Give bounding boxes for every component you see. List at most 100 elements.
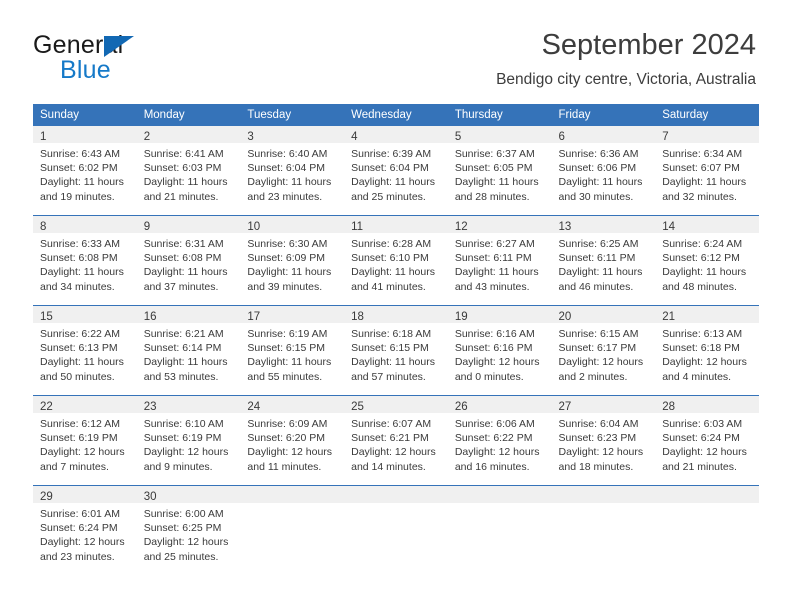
daylight-text-line2: and 48 minutes. xyxy=(662,280,737,293)
day-number: 11 xyxy=(351,221,364,233)
calendar-day-cell[interactable]: 12 Sunrise: 6:27 AM Sunset: 6:11 PM Dayligh… xyxy=(447,215,552,306)
calendar-day-cell[interactable]: 23 Sunrise: 6:10 AM Sunset: 6:19 PM Dayligh… xyxy=(136,395,241,486)
calendar-day-cell[interactable] xyxy=(240,485,345,575)
day-cell-body: Sunrise: 6:03 AM Sunset: 6:24 PM Daylight:… xyxy=(655,413,759,474)
sunrise-text: Sunrise: 6:03 AM xyxy=(662,418,743,430)
day-cell-body: Sunrise: 6:13 AM Sunset: 6:18 PM Daylight:… xyxy=(655,323,759,384)
sunset-text: Sunset: 6:19 PM xyxy=(40,432,118,445)
calendar-day-cell[interactable]: 3 Sunrise: 6:40 AM Sunset: 6:04 PM Daylight… xyxy=(240,126,345,216)
weekday-header-thursday: Thursday xyxy=(447,104,552,126)
daylight-text-line2: and 41 minutes. xyxy=(351,280,426,293)
day-cell-inner: 4 Sunrise: 6:39 AM Sunset: 6:04 PM Daylight… xyxy=(344,126,448,215)
calendar-day-cell[interactable]: 30 Sunrise: 6:00 AM Sunset: 6:25 PM Dayligh… xyxy=(136,485,241,575)
daylight-text-line1: Daylight: 12 hours xyxy=(558,356,644,369)
daylight-text-line2: and 39 minutes. xyxy=(247,280,323,293)
day-number-band: 29 xyxy=(33,486,137,503)
day-number: 29 xyxy=(40,491,53,503)
day-number-band: 2 xyxy=(136,126,241,143)
day-cell-inner: 12 Sunrise: 6:27 AM Sunset: 6:11 PM Dayligh… xyxy=(447,216,552,305)
day-number-band: 13 xyxy=(551,216,656,233)
sunset-text: Sunset: 6:08 PM xyxy=(143,252,222,265)
day-number-band: 28 xyxy=(655,396,759,413)
sunrise-text: Sunrise: 6:39 AM xyxy=(351,148,432,160)
sunrise-text: Sunrise: 6:27 AM xyxy=(454,238,535,250)
sunrise-text: Sunrise: 6:18 AM xyxy=(351,328,432,340)
sunset-text: Sunset: 6:15 PM xyxy=(351,342,429,355)
day-number-band: 10 xyxy=(240,216,345,233)
calendar-day-cell[interactable] xyxy=(344,485,448,575)
day-cell-body: Sunrise: 6:33 AM Sunset: 6:08 PM Daylight:… xyxy=(33,233,137,294)
day-cell-body: Sunrise: 6:37 AM Sunset: 6:05 PM Daylight:… xyxy=(448,143,552,204)
calendar-day-cell[interactable] xyxy=(655,485,759,575)
calendar-day-cell[interactable]: 4 Sunrise: 6:39 AM Sunset: 6:04 PM Daylight… xyxy=(344,126,448,216)
daylight-text-line1: Daylight: 11 hours xyxy=(247,266,332,279)
calendar-day-cell[interactable]: 29 Sunrise: 6:01 AM Sunset: 6:24 PM Dayligh… xyxy=(33,485,137,575)
calendar-day-cell[interactable]: 17 Sunrise: 6:19 AM Sunset: 6:15 PM Dayligh… xyxy=(240,305,345,396)
calendar-day-cell[interactable]: 16 Sunrise: 6:21 AM Sunset: 6:14 PM Dayligh… xyxy=(136,305,241,396)
sunset-text: Sunset: 6:16 PM xyxy=(454,342,533,355)
day-cell-inner: 3 Sunrise: 6:40 AM Sunset: 6:04 PM Daylight… xyxy=(240,126,345,215)
calendar-day-cell[interactable]: 11 Sunrise: 6:28 AM Sunset: 6:10 PM Dayligh… xyxy=(344,215,448,306)
calendar-day-cell[interactable]: 19 Sunrise: 6:16 AM Sunset: 6:16 PM Dayligh… xyxy=(447,305,552,396)
calendar-day-cell[interactable]: 21 Sunrise: 6:13 AM Sunset: 6:18 PM Dayligh… xyxy=(655,305,759,396)
day-cell-inner: 27 Sunrise: 6:04 AM Sunset: 6:23 PM Dayligh… xyxy=(551,396,656,485)
calendar-day-cell[interactable]: 15 Sunrise: 6:22 AM Sunset: 6:13 PM Dayligh… xyxy=(33,305,137,396)
day-cell-inner: 11 Sunrise: 6:28 AM Sunset: 6:10 PM Dayligh… xyxy=(344,216,448,305)
day-cell-inner: 16 Sunrise: 6:21 AM Sunset: 6:14 PM Dayligh… xyxy=(136,306,241,395)
weekday-header-monday: Monday xyxy=(136,104,241,126)
day-cell-inner: 22 Sunrise: 6:12 AM Sunset: 6:19 PM Dayligh… xyxy=(33,396,137,485)
calendar-day-cell[interactable]: 7 Sunrise: 6:34 AM Sunset: 6:07 PM Daylight… xyxy=(655,126,759,216)
day-cell-inner: 19 Sunrise: 6:16 AM Sunset: 6:16 PM Dayligh… xyxy=(447,306,552,395)
daylight-text-line1: Daylight: 11 hours xyxy=(351,176,435,189)
calendar-day-cell[interactable]: 25 Sunrise: 6:07 AM Sunset: 6:21 PM Dayligh… xyxy=(344,395,448,486)
day-cell-inner: 7 Sunrise: 6:34 AM Sunset: 6:07 PM Daylight… xyxy=(655,126,759,215)
calendar-day-cell[interactable]: 1 Sunrise: 6:43 AM Sunset: 6:02 PM Daylight… xyxy=(33,126,137,216)
calendar-day-cell[interactable] xyxy=(447,485,552,575)
daylight-text-line1: Daylight: 11 hours xyxy=(351,356,435,369)
calendar-day-cell[interactable]: 24 Sunrise: 6:09 AM Sunset: 6:20 PM Dayligh… xyxy=(240,395,345,486)
day-number-band: 11 xyxy=(344,216,448,233)
sunrise-text: Sunrise: 6:15 AM xyxy=(558,328,639,340)
daylight-text-line1: Daylight: 11 hours xyxy=(143,176,228,189)
day-cell-body: Sunrise: 6:43 AM Sunset: 6:02 PM Daylight:… xyxy=(33,143,137,204)
daylight-text-line2: and 34 minutes. xyxy=(40,280,115,293)
calendar-day-cell[interactable]: 22 Sunrise: 6:12 AM Sunset: 6:19 PM Dayligh… xyxy=(33,395,137,486)
calendar-day-cell[interactable]: 26 Sunrise: 6:06 AM Sunset: 6:22 PM Dayligh… xyxy=(447,395,552,486)
calendar-day-cell[interactable]: 13 Sunrise: 6:25 AM Sunset: 6:11 PM Dayligh… xyxy=(551,215,656,306)
daylight-text-line1: Daylight: 11 hours xyxy=(558,176,643,189)
calendar-day-cell[interactable]: 20 Sunrise: 6:15 AM Sunset: 6:17 PM Dayligh… xyxy=(551,305,656,396)
page-subtitle: Bendigo city centre, Victoria, Australia xyxy=(496,71,756,88)
sunrise-text: Sunrise: 6:30 AM xyxy=(247,238,328,250)
day-cell-inner xyxy=(240,486,345,575)
day-cell-body: Sunrise: 6:34 AM Sunset: 6:07 PM Daylight:… xyxy=(655,143,759,204)
calendar-week-row: 1 Sunrise: 6:43 AM Sunset: 6:02 PM Daylight… xyxy=(33,126,759,216)
sunset-text: Sunset: 6:24 PM xyxy=(40,522,118,535)
sunrise-text: Sunrise: 6:34 AM xyxy=(662,148,743,160)
calendar-day-cell[interactable]: 6 Sunrise: 6:36 AM Sunset: 6:06 PM Daylight… xyxy=(551,126,656,216)
day-cell-body: Sunrise: 6:09 AM Sunset: 6:20 PM Daylight:… xyxy=(240,413,344,474)
sunrise-text: Sunrise: 6:40 AM xyxy=(247,148,328,160)
calendar-day-cell[interactable]: 27 Sunrise: 6:04 AM Sunset: 6:23 PM Dayligh… xyxy=(551,395,656,486)
day-cell-body: Sunrise: 6:15 AM Sunset: 6:17 PM Daylight:… xyxy=(552,323,656,384)
daylight-text-line1: Daylight: 11 hours xyxy=(247,176,332,189)
sunrise-text: Sunrise: 6:06 AM xyxy=(454,418,535,430)
sunset-text: Sunset: 6:25 PM xyxy=(143,522,222,535)
sunset-text: Sunset: 6:08 PM xyxy=(40,252,118,265)
calendar-day-cell[interactable]: 9 Sunrise: 6:31 AM Sunset: 6:08 PM Daylight… xyxy=(136,215,241,306)
daylight-text-line2: and 50 minutes. xyxy=(40,370,115,383)
day-cell-inner: 29 Sunrise: 6:01 AM Sunset: 6:24 PM Dayligh… xyxy=(33,486,137,575)
calendar-day-cell[interactable]: 2 Sunrise: 6:41 AM Sunset: 6:03 PM Daylight… xyxy=(136,126,241,216)
calendar-day-cell[interactable] xyxy=(551,485,656,575)
day-cell-inner xyxy=(551,486,656,575)
calendar-day-cell[interactable]: 8 Sunrise: 6:33 AM Sunset: 6:08 PM Daylight… xyxy=(33,215,137,306)
calendar-day-cell[interactable]: 14 Sunrise: 6:24 AM Sunset: 6:12 PM Dayligh… xyxy=(655,215,759,306)
daylight-text-line2: and 18 minutes. xyxy=(558,460,634,473)
calendar-day-cell[interactable]: 18 Sunrise: 6:18 AM Sunset: 6:15 PM Dayligh… xyxy=(344,305,448,396)
calendar-day-cell[interactable]: 10 Sunrise: 6:30 AM Sunset: 6:09 PM Dayligh… xyxy=(240,215,345,306)
day-cell-body: Sunrise: 6:36 AM Sunset: 6:06 PM Daylight:… xyxy=(552,143,656,204)
day-cell-inner: 8 Sunrise: 6:33 AM Sunset: 6:08 PM Daylight… xyxy=(33,216,137,305)
calendar-day-cell[interactable]: 28 Sunrise: 6:03 AM Sunset: 6:24 PM Dayligh… xyxy=(655,395,759,486)
day-cell-inner: 6 Sunrise: 6:36 AM Sunset: 6:06 PM Daylight… xyxy=(551,126,656,215)
calendar-day-cell[interactable]: 5 Sunrise: 6:37 AM Sunset: 6:05 PM Daylight… xyxy=(447,126,552,216)
day-number: 6 xyxy=(558,131,565,143)
